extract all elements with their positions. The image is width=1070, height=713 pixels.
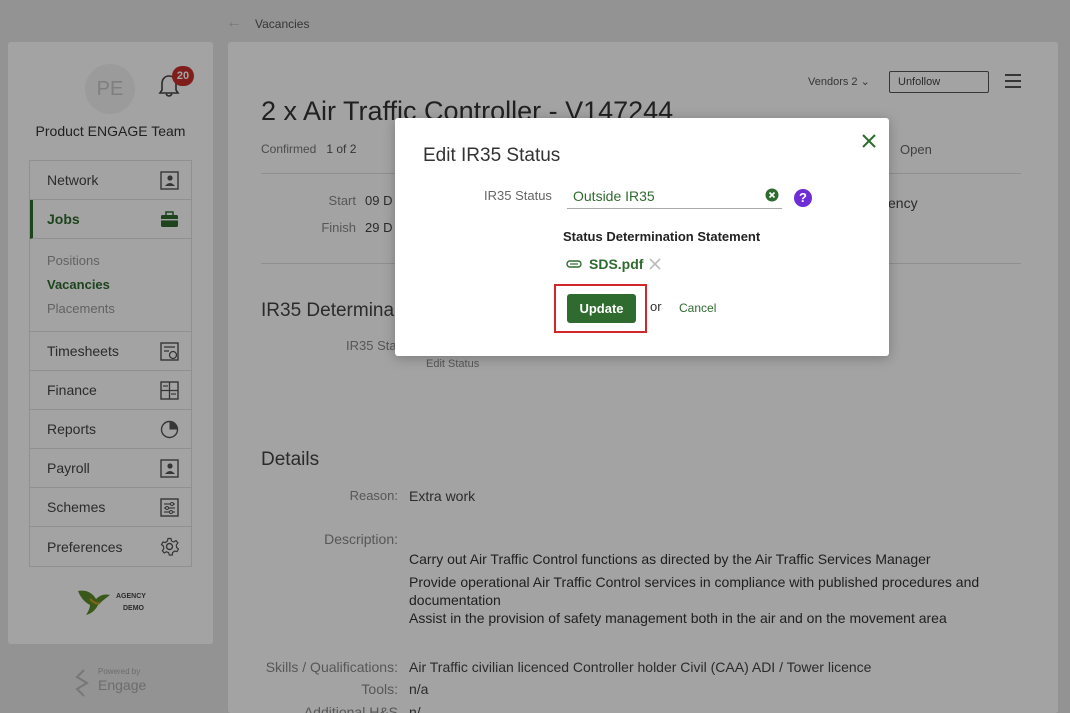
ir35-status-label: IR35 Status bbox=[484, 188, 552, 203]
update-button[interactable]: Update bbox=[567, 294, 636, 323]
clear-icon[interactable] bbox=[765, 188, 779, 202]
edit-ir35-modal: Edit IR35 Status IR35 Status Outside IR3… bbox=[395, 118, 889, 356]
sds-title: Status Determination Statement bbox=[563, 229, 761, 244]
or-text: or bbox=[650, 299, 662, 314]
remove-file-icon[interactable] bbox=[648, 257, 662, 271]
modal-title: Edit IR35 Status bbox=[423, 145, 561, 166]
help-icon[interactable]: ? bbox=[794, 189, 812, 207]
close-icon[interactable] bbox=[861, 133, 877, 149]
cancel-link[interactable]: Cancel bbox=[679, 301, 716, 315]
paperclip-icon bbox=[566, 260, 582, 268]
sds-file-link[interactable]: SDS.pdf bbox=[589, 256, 643, 272]
ir35-status-select[interactable]: Outside IR35 bbox=[567, 184, 782, 209]
modal-backdrop[interactable] bbox=[0, 0, 1070, 713]
